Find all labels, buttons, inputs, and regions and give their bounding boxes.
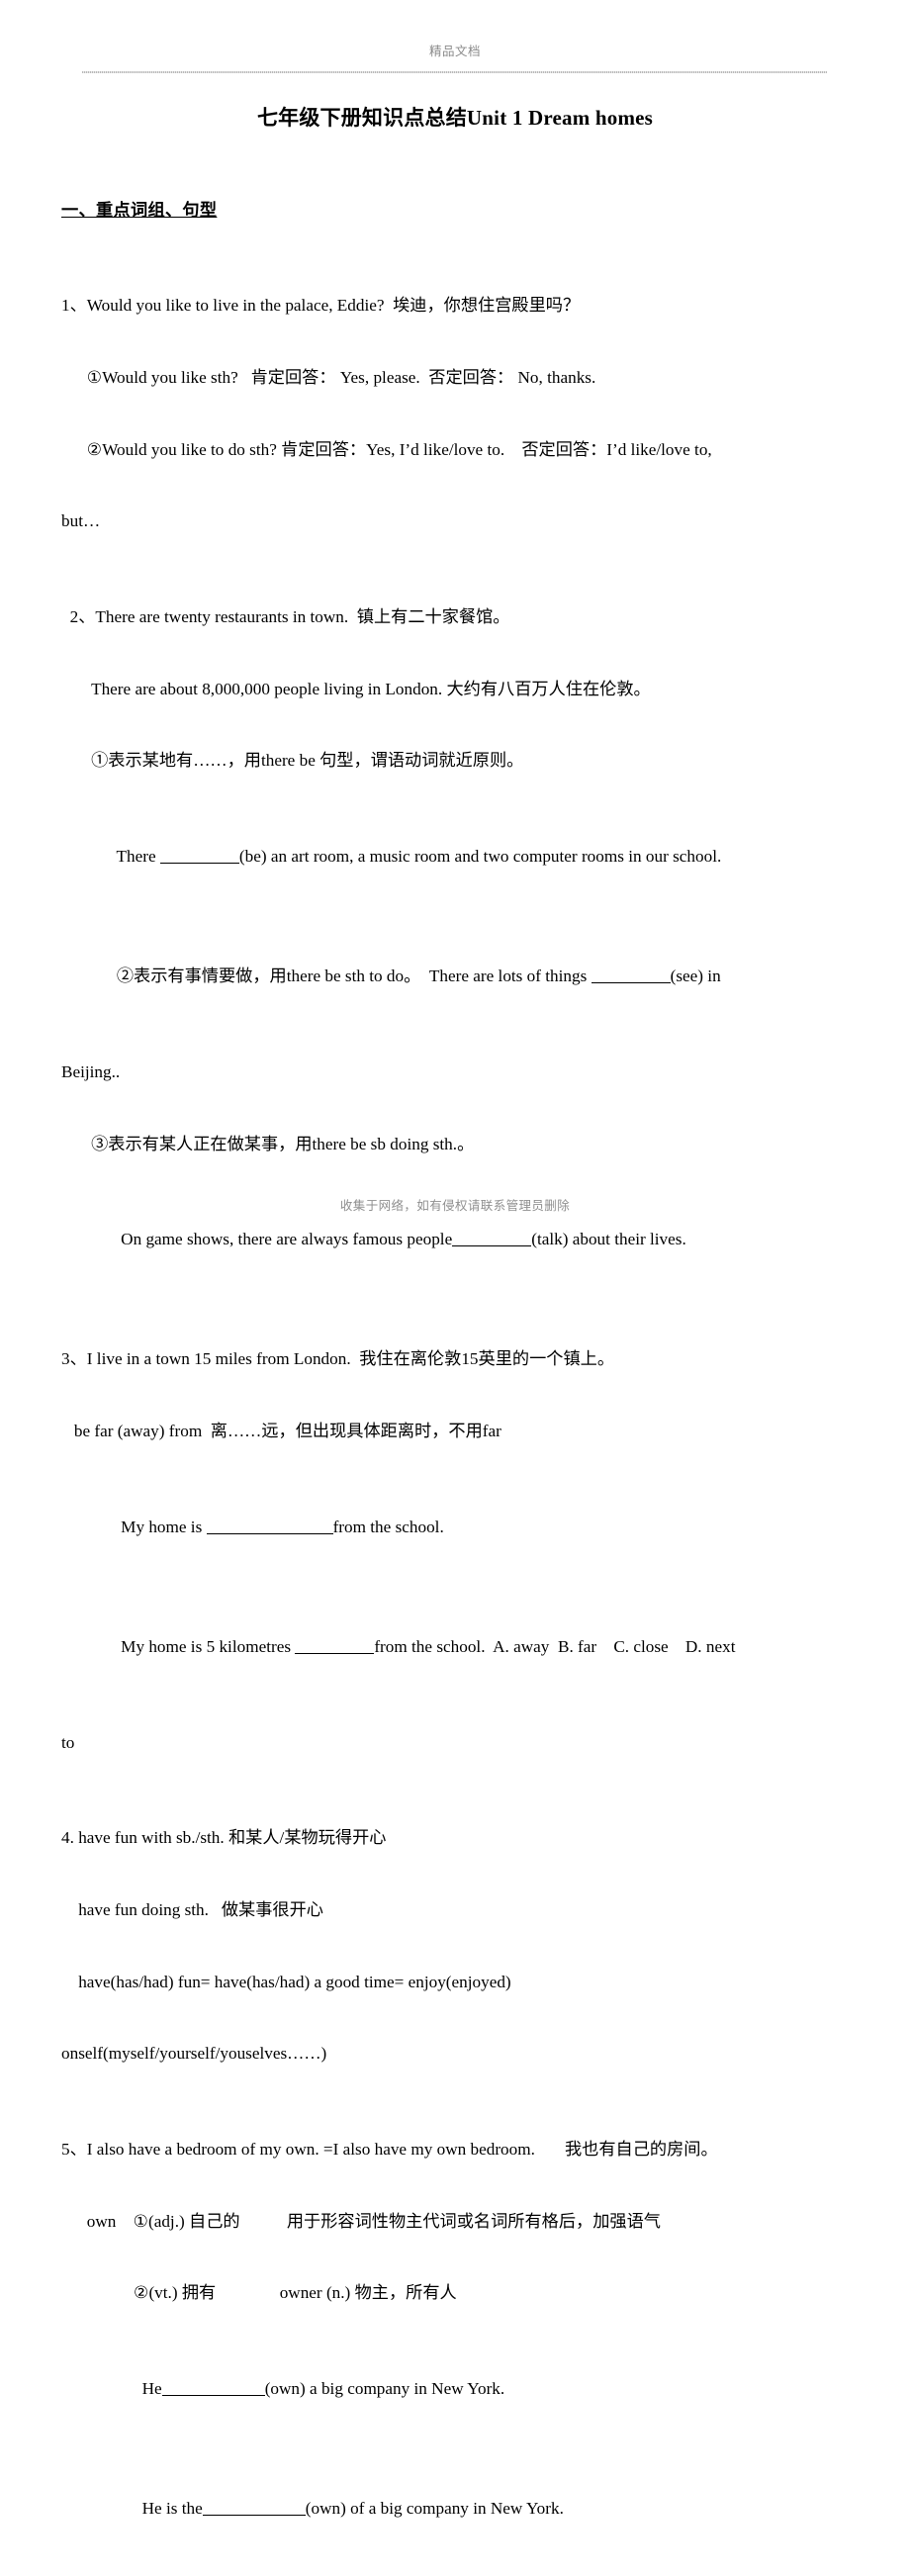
item-2-note-2-post: (see) in	[670, 966, 721, 986]
item-5-note-2: ②(vt.) 拥有 owner (n.) 物主，所有人	[61, 2283, 457, 2303]
item-4-equivalents-cont: onself(myself/yourself/youselves……)	[61, 2044, 327, 2064]
page-footer-notice: 收集于网络，如有侵权请联系管理员删除	[339, 1199, 571, 1213]
item-2-exercise-1-pre: There	[86, 847, 160, 867]
item-2-exercise-1-post: (be) an art room, a music room and two c…	[238, 847, 722, 867]
fill-in-blank[interactable]	[202, 2515, 306, 2517]
fill-in-blank[interactable]	[452, 1245, 532, 1247]
item-3-exercise-1-post: from the school.	[332, 1517, 444, 1536]
item-2-exercise-2-post: (talk) about their lives.	[531, 1230, 686, 1249]
item-5-exercise-2-post: (own) of a big company in New York.	[305, 2499, 564, 2519]
item-3-exercise-2-post: from the school. A. away B. far C. close…	[374, 1636, 736, 1656]
item-5-sentence: 5、I also have a bedroom of my own. =I al…	[61, 2140, 718, 2160]
item-3-note: be far (away) from 离……远，但出现具体距离时，不用far	[61, 1421, 501, 1440]
document-page: 精品文档 七年级下册知识点总结Unit 1 Dream homes 一、重点词组…	[0, 0, 910, 2518]
item-5-exercise-1: He (own) a big company in New York.	[61, 2353, 853, 2426]
item-4-phrase: 4. have fun with sb./sth. 和某人/某物玩得开心	[61, 1828, 387, 1848]
item-3-exercise-1-pre: My home is	[86, 1517, 207, 1536]
fill-in-blank[interactable]	[206, 1532, 333, 1534]
item-2-exercise-2-pre: On game shows, there are always famous p…	[86, 1230, 453, 1249]
item-1-note-2-cont: but…	[61, 511, 101, 531]
item-5-exercise-2-pre: He is the	[86, 2499, 203, 2519]
item-4-phrase-2: have fun doing sth. 做某事很开心	[61, 1900, 323, 1920]
item-5-exercise-1-post: (own) a big company in New York.	[264, 2379, 505, 2399]
item-3-exercise-2-pre: My home is 5 kilometres	[86, 1636, 296, 1656]
item-3-exercise-2: My home is 5 kilometres from the school.…	[61, 1611, 853, 1684]
page-header-watermark: 精品文档	[428, 45, 481, 58]
item-5-exercise-1-pre: He	[86, 2379, 162, 2399]
item-4-equivalents: have(has/had) fun= have(has/had) a good …	[61, 1972, 511, 1991]
section-heading-key-phrases: 一、重点词组、句型	[61, 200, 218, 220]
item-2-note-1: ①表示某地有……，用there be 句型，谓语动词就近原则。	[61, 751, 524, 771]
fill-in-blank[interactable]	[161, 2395, 265, 2397]
fill-in-blank[interactable]	[295, 1652, 375, 1654]
fill-in-blank[interactable]	[591, 982, 671, 984]
item-2-note-2-cont: Beijing..	[61, 1061, 121, 1081]
item-3-exercise-1: My home is from the school.	[61, 1492, 853, 1564]
item-2-exercise-2: On game shows, there are always famous p…	[61, 1204, 853, 1276]
item-1-note-1: ①Would you like sth? 肯定回答： Yes, please. …	[61, 368, 596, 388]
item-3-exercise-2-cont: to	[61, 1732, 75, 1752]
fill-in-blank[interactable]	[159, 863, 239, 865]
item-5-exercise-2: He is the (own) of a big company in New Y…	[61, 2473, 853, 2545]
item-1-note-2: ②Would you like to do sth? 肯定回答：Yes, I’d…	[61, 439, 712, 459]
item-2-note-2: ②表示有事情要做，用there be sth to do。 There are …	[61, 941, 853, 1013]
document-body: 一、重点词组、句型 1、Would you like to live in th…	[61, 127, 853, 2576]
item-2-example: There are about 8,000,000 people living …	[61, 679, 651, 698]
item-3-sentence: 3、I live in a town 15 miles from London.…	[61, 1349, 615, 1369]
item-2-sentence: 2、There are twenty restaurants in town. …	[61, 607, 510, 627]
item-2-note-3: ③表示有某人正在做某事，用there be sb doing sth.。	[61, 1134, 475, 1153]
item-1-sentence: 1、Would you like to live in the palace, …	[61, 296, 581, 316]
item-5-note-1: own ①(adj.) 自己的 用于形容词性物主代词或名词所有格后，加强语气	[61, 2211, 661, 2231]
item-2-exercise-1: There (be) an art room, a music room and…	[61, 821, 853, 893]
header-divider-rule	[82, 71, 827, 73]
item-2-note-2-pre: ②表示有事情要做，用there be sth to do。 There are …	[86, 966, 592, 986]
